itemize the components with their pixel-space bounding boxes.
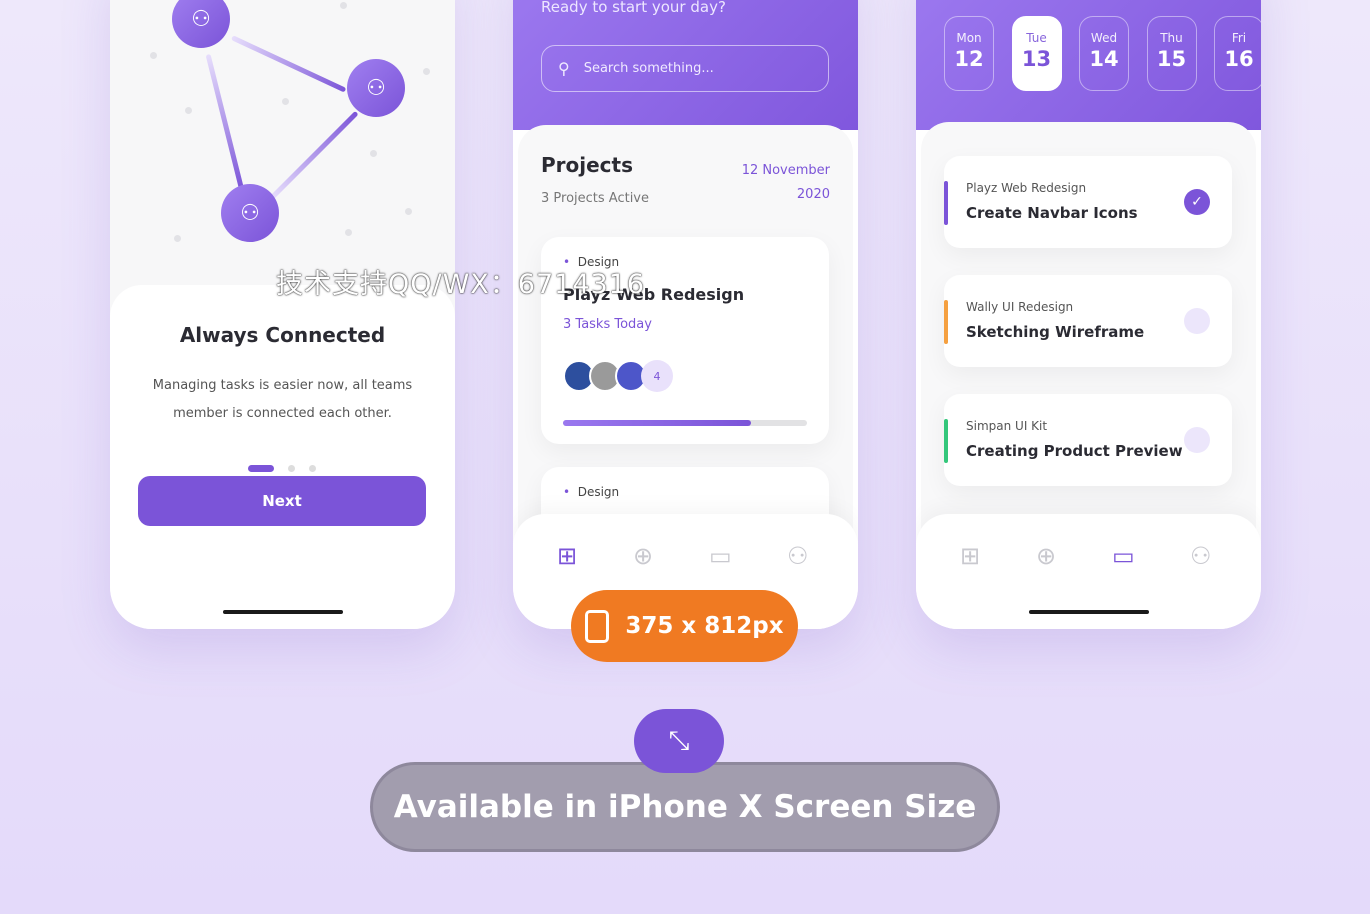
day-mon[interactable]: Mon 12 <box>944 16 994 91</box>
calendar-icon[interactable]: ▭ <box>1112 542 1135 570</box>
onboarding-description: member is connected each other. <box>173 406 392 421</box>
day-name: Mon <box>956 31 982 45</box>
date-label: 2020 <box>796 187 830 202</box>
task-color-bar <box>944 419 948 463</box>
extra-members-count: 4 <box>641 360 673 392</box>
task-card[interactable]: Simpan UI Kit Creating Product Preview <box>944 394 1232 486</box>
availability-banner: Available in iPhone X Screen Size <box>370 762 1000 852</box>
task-title: Creating Product Preview <box>966 442 1183 460</box>
task-project: Wally UI Redesign <box>966 300 1074 314</box>
day-wed[interactable]: Wed 14 <box>1079 16 1129 91</box>
day-number: 14 <box>1089 47 1119 71</box>
greeting: Ready to start your day? <box>541 0 726 16</box>
date-label: 12 November <box>741 163 830 178</box>
day-fri[interactable]: Fri 16 <box>1214 16 1261 91</box>
next-button[interactable]: Next <box>138 476 426 526</box>
task-project: Simpan UI Kit <box>966 419 1048 433</box>
tasks-today: 3 Tasks Today <box>563 317 652 332</box>
day-name: Tue <box>1026 31 1047 45</box>
search-input[interactable]: ⚲ Search something... <box>541 45 829 92</box>
schedule-screen: Mon 12 Tue 13 Wed 14 Thu 15 Fri 16 Playz Web Rede… <box>916 0 1261 629</box>
task-color-bar <box>944 181 948 225</box>
home-indicator <box>1028 610 1149 614</box>
page-indicator <box>248 465 316 472</box>
member-avatars: 4 <box>563 360 673 392</box>
progress-bar <box>563 420 807 426</box>
phone-icon <box>585 609 610 643</box>
day-number: 15 <box>1156 47 1187 71</box>
task-card[interactable]: Wally UI Redesign Sketching Wireframe <box>944 275 1232 367</box>
search-icon: ⚲ <box>558 59 570 78</box>
task-checkbox[interactable] <box>1184 427 1210 453</box>
add-icon[interactable]: ⊕ <box>1036 542 1056 570</box>
task-checkbox[interactable] <box>1184 308 1210 334</box>
user-node-icon: ⚇ <box>221 184 279 242</box>
dashboard-icon[interactable]: ⊞ <box>960 542 980 570</box>
profile-icon[interactable]: ⚇ <box>787 542 809 570</box>
projects-active-count: 3 Projects Active <box>541 191 649 206</box>
task-color-bar <box>944 300 948 344</box>
day-number: 16 <box>1224 47 1254 71</box>
watermark: 技术支持QQ/WX：6714316 <box>276 269 646 300</box>
screen-size-badge: 375 x 812px <box>571 590 798 662</box>
day-tue[interactable]: Tue 13 <box>1011 16 1062 91</box>
onboarding-title: Always Connected <box>179 323 386 347</box>
profile-icon[interactable]: ⚇ <box>1190 542 1212 570</box>
check-icon[interactable]: ✓ <box>1184 189 1210 215</box>
calendar-icon[interactable]: ▭ <box>709 542 732 570</box>
task-title: Create Navbar Icons <box>966 204 1138 222</box>
projects-title: Projects <box>541 153 634 177</box>
day-name: Thu <box>1160 31 1183 45</box>
day-number: 13 <box>1021 47 1052 71</box>
home-screen: Ready to start your day? ⚲ Search someth… <box>513 0 858 629</box>
day-thu[interactable]: Thu 15 <box>1146 16 1197 91</box>
minimize-arrows-icon[interactable]: ⤡ <box>634 709 724 773</box>
task-project: Playz Web Redesign <box>966 181 1087 195</box>
user-node-icon: ⚇ <box>347 59 405 117</box>
onboarding-screen: ⚇ ⚇ ⚇ Always Connected Managing tasks is… <box>110 0 455 629</box>
add-icon[interactable]: ⊕ <box>633 542 653 570</box>
task-title: Sketching Wireframe <box>966 323 1145 341</box>
dashboard-icon[interactable]: ⊞ <box>557 542 577 570</box>
day-name: Fri <box>1231 31 1247 45</box>
home-indicator <box>222 610 343 614</box>
onboarding-description: Managing tasks is easier now, all teams <box>152 378 413 393</box>
task-card[interactable]: Playz Web Redesign Create Navbar Icons ✓ <box>944 156 1232 248</box>
user-node-icon: ⚇ <box>172 0 230 48</box>
day-name: Wed <box>1090 31 1118 45</box>
day-number: 12 <box>954 47 984 71</box>
project-category: Design <box>577 485 620 499</box>
